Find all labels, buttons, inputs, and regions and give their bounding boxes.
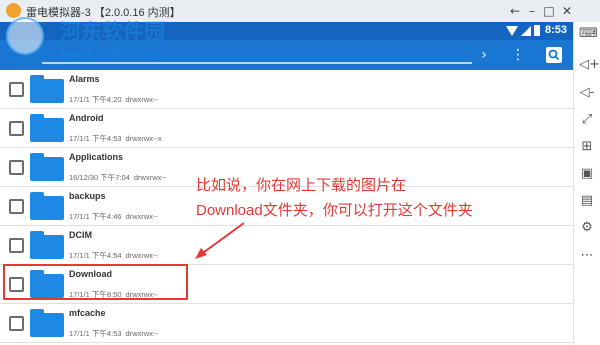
select-checkbox[interactable] xyxy=(9,82,24,97)
folder-icon xyxy=(30,231,64,259)
file-date: 17/1/1 下午4:46 xyxy=(69,212,122,221)
keyboard-icon[interactable]: ⌨ xyxy=(579,26,598,42)
select-checkbox[interactable] xyxy=(9,160,24,175)
file-name: backups xyxy=(69,191,106,201)
apk-icon[interactable]: ▤ xyxy=(579,193,595,209)
list-item[interactable]: mfcache 17/1/1 下午4:53 drwxrwx-- xyxy=(0,304,573,343)
folder-icon xyxy=(30,192,64,220)
battery-icon xyxy=(534,25,540,36)
back-window-button[interactable]: ← xyxy=(507,3,523,19)
fullscreen-icon[interactable]: ⤢ xyxy=(579,112,595,128)
file-name: DCIM xyxy=(69,230,92,240)
screenshot-icon[interactable]: ▣ xyxy=(579,166,595,182)
add-icon[interactable]: ⊞ xyxy=(579,139,595,155)
file-permissions: drwxrwx-- xyxy=(125,329,159,338)
select-checkbox[interactable] xyxy=(9,238,24,253)
select-checkbox[interactable] xyxy=(9,121,24,136)
folder-icon xyxy=(30,309,64,337)
emulator-sidebar: ⌨ ◁+ ◁- ⤢ ⊞ ▣ ▤ ⚙ ⋯ xyxy=(573,22,600,345)
file-date: 16/12/30 下午7:04 xyxy=(69,173,130,182)
file-permissions: drwxrwx-- xyxy=(125,95,159,104)
annotation-line-1: 比如说，你在网上下载的图片在 xyxy=(196,177,407,194)
status-time: 8:53 xyxy=(544,24,567,36)
more-icon[interactable]: ⋯ xyxy=(579,248,595,264)
watermark-logo-icon xyxy=(6,17,44,55)
folder-icon xyxy=(30,153,64,181)
download-highlight-box xyxy=(3,264,188,300)
emulator-logo-icon xyxy=(6,3,21,18)
maximize-button[interactable]: □ xyxy=(541,3,557,19)
file-date: 17/1/1 下午4:53 xyxy=(69,134,122,143)
watermark-title: 河东软件园 xyxy=(60,19,165,44)
file-date: 17/1/1 下午4:20 xyxy=(69,95,122,104)
file-meta: 17/1/1 下午4:46 drwxrwx-- xyxy=(69,211,158,222)
close-button[interactable]: ✕ xyxy=(559,3,575,19)
file-meta: 17/1/1 下午4:53 drwxrwx-- xyxy=(69,328,158,339)
file-name: Android xyxy=(69,113,104,123)
volume-up-icon[interactable]: ◁+ xyxy=(579,57,600,73)
file-meta: 17/1/1 下午4:54 drwxrwx-- xyxy=(69,250,158,261)
file-meta: 17/1/1 下午4:20 drwxrwx-- xyxy=(69,94,158,105)
file-name: mfcache xyxy=(69,308,106,318)
file-permissions: drwxrwx--x xyxy=(125,134,162,143)
file-name: Applications xyxy=(69,152,124,162)
folder-icon xyxy=(30,114,64,142)
watermark-url: www.pc0359.cn xyxy=(60,47,165,62)
list-item[interactable]: DCIM 17/1/1 下午4:54 drwxrwx-- xyxy=(0,226,573,265)
file-permissions: drwxrwx-- xyxy=(125,212,159,221)
path-indicator xyxy=(42,62,472,64)
list-item[interactable]: Alarms 17/1/1 下午4:20 drwxrwx-- xyxy=(0,70,573,109)
wifi-icon xyxy=(506,26,518,36)
file-date: 17/1/1 下午4:54 xyxy=(69,251,122,260)
signal-icon xyxy=(521,26,531,36)
forward-icon[interactable]: › xyxy=(477,46,491,64)
annotation-line-2: Download文件夹，你可以打开这个文件夹 xyxy=(196,202,473,219)
file-permissions: drwxrwx-- xyxy=(133,173,167,182)
minimize-button[interactable]: – xyxy=(524,3,540,19)
folder-icon xyxy=(30,75,64,103)
volume-down-icon[interactable]: ◁- xyxy=(579,85,595,101)
file-permissions: drwxrwx-- xyxy=(125,251,159,260)
list-item[interactable]: Android 17/1/1 下午4:53 drwxrwx--x xyxy=(0,109,573,148)
file-meta: 17/1/1 下午4:53 drwxrwx--x xyxy=(69,133,162,144)
select-checkbox[interactable] xyxy=(9,199,24,214)
search-icon[interactable] xyxy=(546,47,562,63)
select-checkbox[interactable] xyxy=(9,316,24,331)
more-options-icon[interactable]: ⋮ xyxy=(511,46,525,64)
file-date: 17/1/1 下午4:53 xyxy=(69,329,122,338)
file-name: Alarms xyxy=(69,74,100,84)
file-meta: 16/12/30 下午7:04 drwxrwx-- xyxy=(69,172,166,183)
settings-icon[interactable]: ⚙ xyxy=(579,220,595,236)
